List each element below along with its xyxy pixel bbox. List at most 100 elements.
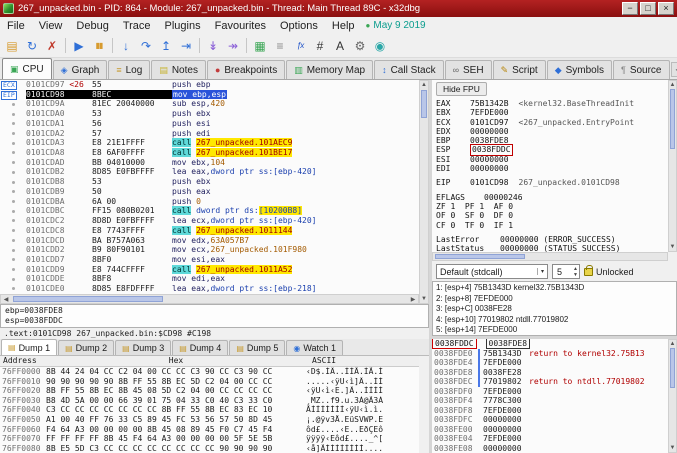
argument-row[interactable]: 3: [esp+C] 0038FE28	[436, 304, 673, 315]
stack-row[interactable]: 0038FE047EFDE000	[432, 434, 668, 444]
argument-row[interactable]: 2: [esp+8] 7EFDE000	[436, 294, 673, 305]
disasm-row[interactable]: 0101CD9A81EC 20040000sub esp,420	[0, 99, 419, 109]
breakpoint-dot[interactable]	[12, 190, 15, 193]
menu-item-favourites[interactable]: Favourites	[208, 19, 273, 33]
breakpoint-dot[interactable]	[12, 229, 15, 232]
memory-map-icon[interactable]: ▦	[250, 36, 270, 56]
breakpoint-dot[interactable]	[12, 171, 15, 174]
trace-over-icon[interactable]: ↠	[223, 36, 243, 56]
tab-dump-2[interactable]: ▤Dump 2	[58, 340, 114, 355]
disasm-row[interactable]: 0101CDC28D8D E0FBFFFFlea ecx,dword ptr s…	[0, 216, 419, 226]
disasm-vscrollbar[interactable]: ▲ ▼	[419, 80, 429, 304]
argument-row[interactable]: 5: [esp+14] 7EFDE000	[436, 325, 673, 336]
disasm-row[interactable]: 0101CDBCFF15 080B0201call dword ptr ds:[…	[0, 206, 419, 216]
breakpoint-dot[interactable]	[12, 151, 15, 154]
step-over-icon[interactable]: ↷	[136, 36, 156, 56]
minimize-button[interactable]: −	[622, 2, 638, 15]
flags-row[interactable]: CF 0 TF 0 IF 1	[436, 221, 668, 230]
lock-toggle[interactable]: Unlocked	[584, 267, 634, 277]
disasm-row[interactable]: 0101CD988BECmov ebp,esp	[0, 90, 419, 100]
close-button[interactable]: ×	[658, 2, 674, 15]
run-to-user-code-icon[interactable]: ⇥	[176, 36, 196, 56]
trace-into-icon[interactable]: ↡	[203, 36, 223, 56]
menu-item-plugins[interactable]: Plugins	[158, 19, 208, 33]
disasm-row[interactable]: 0101CDC8E8 7743FFFFcall 267_unpacked.101…	[0, 226, 419, 236]
scroll-right-icon[interactable]: ▶	[409, 296, 417, 303]
stack-vscrollbar[interactable]: ▲ ▼	[668, 339, 677, 453]
disasm-row[interactable]: 0101CDA8E8 6AF0FFFFcall 267_unpacked.101…	[0, 148, 419, 158]
disasm-row[interactable]: 0101CDA3E8 21E1FFFFcall 267_unpacked.101…	[0, 138, 419, 148]
dump-row[interactable]: 76FF001090 90 90 90 90 8B FF 55 8B EC 5D…	[0, 377, 419, 387]
stack-row[interactable]: 0038FE0800000000	[432, 444, 668, 453]
stack-row[interactable]: 0038FDE47EFDE000	[432, 358, 668, 368]
stack-row[interactable]: 0038FDEC77019802return to ntdll.77019802	[432, 377, 668, 387]
settings-icon[interactable]: ⚙	[350, 36, 370, 56]
disassembly-view[interactable]: 0101CD97 <2655push ebp0101CD988BECmov eb…	[0, 80, 419, 294]
breakpoint-dot[interactable]	[12, 249, 15, 252]
disasm-row[interactable]: 0101CDB950push eax	[0, 187, 419, 197]
help-icon[interactable]: ◉	[370, 36, 390, 56]
font-icon[interactable]: A	[330, 36, 350, 56]
menu-item-options[interactable]: Options	[273, 19, 325, 33]
scroll-up-icon[interactable]: ▲	[669, 341, 676, 347]
menu-item-trace[interactable]: Trace	[116, 19, 158, 33]
disasm-row[interactable]: 0101CDBA6A 00push 0	[0, 197, 419, 207]
step-out-icon[interactable]: ↥	[156, 36, 176, 56]
tab-dump-1[interactable]: ▤Dump 1	[1, 339, 57, 355]
run-icon[interactable]: ▶	[69, 36, 89, 56]
tab-dump-3[interactable]: ▤Dump 3	[115, 340, 171, 355]
registers-vscrollbar-thumb[interactable]	[670, 89, 675, 149]
flags-row[interactable]: ZF 1 PF 1 AF 0	[436, 202, 668, 211]
tab-memory-map[interactable]: ▥Memory Map	[286, 60, 373, 79]
flags-row[interactable]: OF 0 SF 0 DF 0	[436, 211, 668, 220]
disasm-row[interactable]: 0101CDADBB 04010000mov ebx,104	[0, 158, 419, 168]
register-value[interactable]: 00000000	[470, 155, 509, 164]
stack-row[interactable]: 0038FDF87EFDE000	[432, 406, 668, 416]
dump-row[interactable]: 76FF0060F4 64 A3 00 00 00 00 8B 45 08 89…	[0, 425, 419, 435]
breakpoint-dot[interactable]	[12, 268, 15, 271]
tab-source[interactable]: ¶Source	[613, 60, 670, 79]
scroll-down-icon[interactable]: ▼	[669, 445, 676, 451]
menu-item-file[interactable]: File	[0, 19, 32, 33]
register-row[interactable]: ESP0038FDDC	[436, 145, 668, 154]
stack-row[interactable]: 0038FDFC00000000	[432, 415, 668, 425]
scroll-down-icon[interactable]: ▼	[669, 244, 676, 250]
register-row[interactable]: ESI00000000	[436, 155, 668, 164]
tab-symbols[interactable]: ◆Symbols	[547, 60, 612, 79]
pause-icon[interactable]: ▮▮	[89, 36, 109, 56]
disasm-row[interactable]: 0101CDD78BF0mov esi,eax	[0, 255, 419, 265]
register-value[interactable]: 0101CD98	[470, 178, 509, 187]
menu-item-view[interactable]: View	[32, 19, 70, 33]
breakpoint-dot[interactable]	[12, 287, 15, 290]
eflags-row[interactable]: EFLAGS00000246	[436, 193, 668, 202]
stack-view[interactable]: 0038FDDC0038FDE80038FDE075B1343Dreturn t…	[432, 339, 668, 453]
restart-icon[interactable]: ↻	[22, 36, 42, 56]
tab-dump-5[interactable]: ▤Dump 5	[229, 340, 285, 355]
breakpoint-dot[interactable]	[12, 113, 15, 116]
dump-rows[interactable]: 76FF00008B 44 24 04 CC C2 04 00 CC CC C3…	[0, 367, 419, 453]
dump-row[interactable]: 76FF0070FF FF FF FF 8B 45 F4 64 A3 00 00…	[0, 434, 419, 444]
tab-watch-1[interactable]: ◉Watch 1	[286, 340, 343, 355]
stack-row[interactable]: 0038FE0000000000	[432, 425, 668, 435]
register-value[interactable]: 0101CD97	[470, 118, 509, 127]
disasm-row[interactable]: 0101CDA257push edi	[0, 129, 419, 139]
step-into-icon[interactable]: ↓	[116, 36, 136, 56]
tab-scroll-button[interactable]: ◂	[671, 62, 677, 77]
argument-row[interactable]: 4: [esp+10] 77019802 ntdll.77019802	[436, 315, 673, 326]
dump-row[interactable]: 76FF0030B8 4D 5A 00 00 66 39 01 75 04 33…	[0, 396, 419, 406]
log-icon[interactable]: ≡	[270, 36, 290, 56]
registers-hscrollbar-thumb[interactable]	[435, 254, 525, 259]
disasm-hscrollbar-thumb[interactable]	[13, 296, 163, 302]
disasm-row[interactable]: 0101CDD2B9 80F90101mov ecx,267_unpacked.…	[0, 245, 419, 255]
register-row[interactable]: EDX00000000	[436, 127, 668, 136]
dump-row[interactable]: 76FF0050A1 00 40 FF 76 33 C5 89 45 FC 53…	[0, 415, 419, 425]
scroll-left-icon[interactable]: ◀	[2, 296, 10, 303]
tab-call-stack[interactable]: ↕Call Stack	[374, 60, 444, 79]
breakpoint-dot[interactable]	[12, 219, 15, 222]
register-row-eip[interactable]: EIP0101CD98267_unpacked.0101CD98	[436, 178, 668, 187]
disasm-row[interactable]: 0101CD97 <2655push ebp	[0, 80, 419, 90]
breakpoint-dot[interactable]	[12, 210, 15, 213]
disasm-row[interactable]: 0101CDB853push ebx	[0, 177, 419, 187]
breakpoint-dot[interactable]	[12, 258, 15, 261]
open-file-icon[interactable]: ▤	[2, 36, 22, 56]
